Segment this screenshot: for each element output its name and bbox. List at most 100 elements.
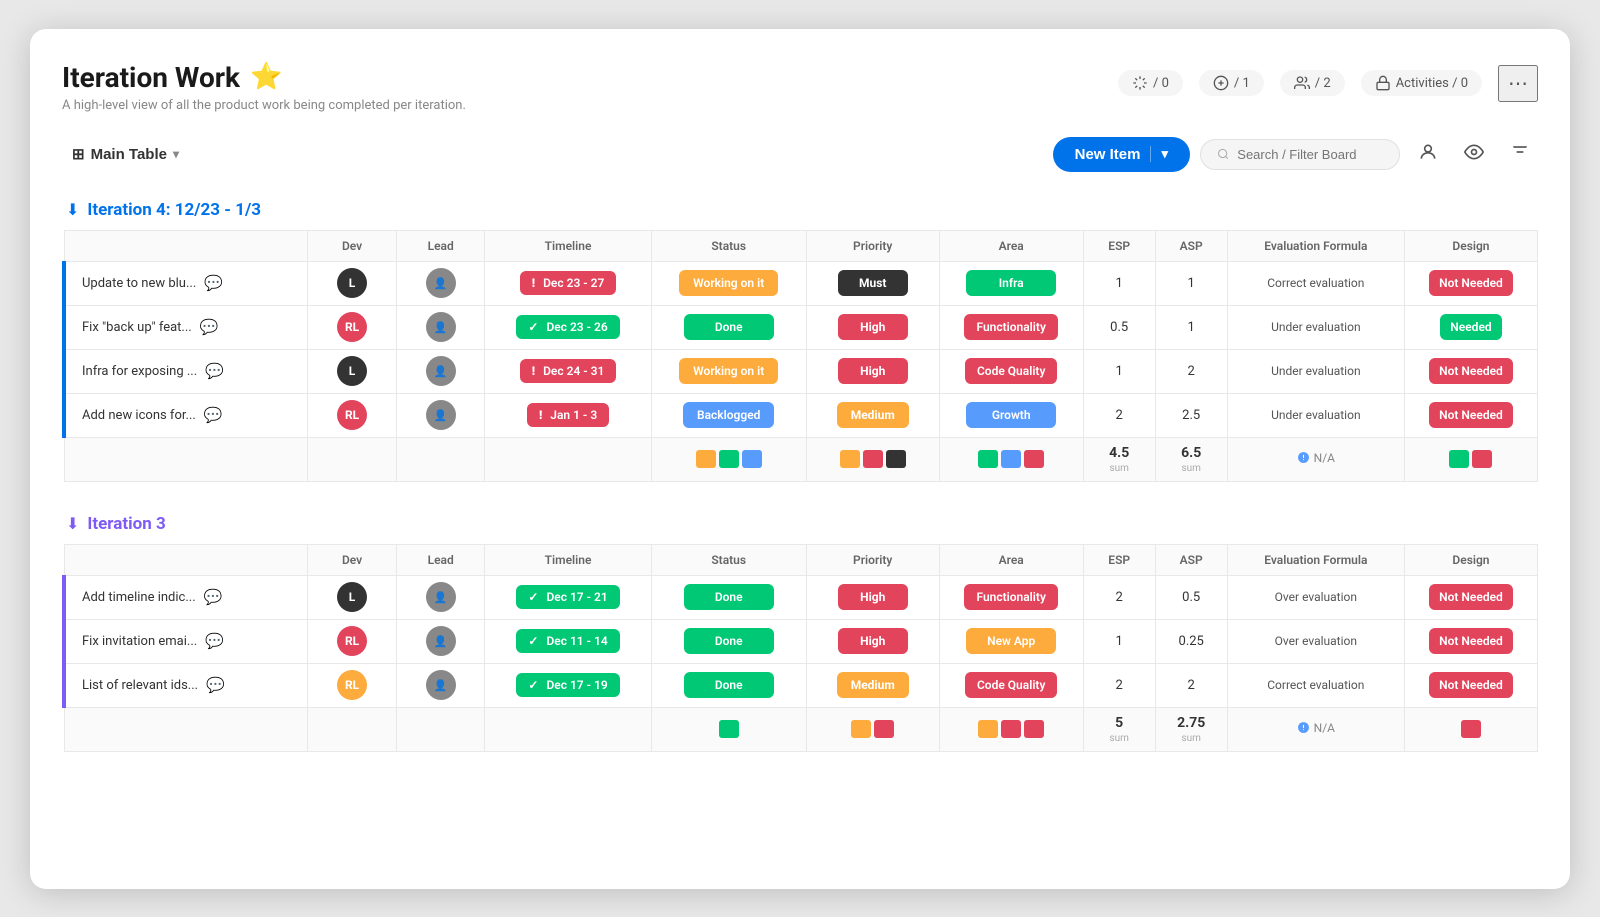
priority-cell: High (806, 575, 939, 619)
page-title: Iteration Work ⭐ (62, 61, 466, 94)
status-cell: Working on it (651, 261, 806, 305)
summary-timeline (485, 707, 651, 751)
summary-area (939, 707, 1083, 751)
asp-cell: 2 (1155, 349, 1227, 393)
priority-badge: High (838, 314, 908, 340)
summary-lead (396, 437, 485, 481)
esp-sum-label: sum (1109, 463, 1128, 474)
priority-swatch (874, 720, 894, 738)
comment-icon[interactable]: 💬 (200, 318, 219, 336)
summary-timeline (485, 437, 651, 481)
priority-swatch (851, 720, 871, 738)
avatar: L (337, 582, 367, 612)
priority-cell: Medium (806, 663, 939, 707)
col-header-timeline: Timeline (485, 230, 651, 261)
favorite-star[interactable]: ⭐ (250, 62, 282, 92)
area-swatches (946, 450, 1077, 468)
stat-activities[interactable]: Activities / 0 (1361, 70, 1482, 96)
iteration4-title[interactable]: Iteration 4: 12/23 - 1/3 (87, 200, 261, 220)
eye-icon-button[interactable] (1456, 138, 1492, 171)
asp-cell: 1 (1155, 305, 1227, 349)
stat-automations[interactable]: / 0 (1118, 70, 1183, 96)
comment-icon[interactable]: 💬 (204, 274, 223, 292)
main-table-button[interactable]: ⊞ Main Table ▾ (62, 139, 189, 169)
timeline-badge: !Dec 24 - 31 (520, 359, 617, 383)
area-badge: Infra (966, 270, 1056, 296)
status-cell: Done (651, 619, 806, 663)
priority-badge: High (838, 584, 908, 610)
priority-swatches (813, 720, 933, 738)
avatar-photo: 👤 (426, 400, 456, 430)
priority-cell: Must (806, 261, 939, 305)
item-cell: Add timeline indic... 💬 (64, 575, 308, 619)
comment-icon[interactable]: 💬 (204, 406, 223, 424)
asp-cell: 1 (1155, 261, 1227, 305)
col3-header-asp: ASP (1155, 544, 1227, 575)
comment-icon[interactable]: 💬 (206, 676, 225, 694)
status-cell: Backlogged (651, 393, 806, 437)
col-header-eval: Evaluation Formula (1227, 230, 1404, 261)
iteration4-table: Dev Lead Timeline Status Priority Area E… (62, 230, 1538, 482)
lead-cell: 👤 (396, 349, 485, 393)
design-swatches (1411, 720, 1531, 738)
status-swatch (719, 450, 739, 468)
asp-sum-label: sum (1181, 463, 1200, 474)
avatar: RL (337, 626, 367, 656)
search-box[interactable] (1200, 139, 1400, 170)
iteration3-header: ⬇ Iteration 3 (62, 514, 1538, 534)
priority-swatches (813, 450, 933, 468)
new-item-dropdown-icon[interactable]: ▾ (1150, 146, 1168, 162)
eval-text: Under evaluation (1271, 320, 1361, 334)
col3-header-design: Design (1404, 544, 1537, 575)
iteration4-section: ⬇ Iteration 4: 12/23 - 1/3 Dev Lead Time… (62, 200, 1538, 482)
design-cell: Not Needed (1404, 349, 1537, 393)
summary-esp: 5 sum (1083, 707, 1155, 751)
chevron-down-icon: ▾ (173, 147, 179, 161)
table-row: Fix invitation emai... 💬 RL 👤 ✓Dec 11 - … (64, 619, 1538, 663)
eval-text: Correct evaluation (1267, 678, 1364, 692)
more-options-button[interactable]: ⋯ (1498, 65, 1538, 102)
summary-status (651, 707, 806, 751)
avatar: L (337, 268, 367, 298)
avatar-photo: 👤 (426, 312, 456, 342)
col-header-dev: Dev (308, 230, 397, 261)
item-name: Fix invitation emai... (82, 634, 197, 649)
comment-icon[interactable]: 💬 (205, 632, 224, 650)
stat-members[interactable]: / 2 (1280, 70, 1345, 96)
comment-icon[interactable]: 💬 (205, 362, 224, 380)
item-cell: Fix "back up" feat... 💬 (64, 305, 308, 349)
col3-header-lead: Lead (396, 544, 485, 575)
header: Iteration Work ⭐ A high-level view of al… (62, 61, 1538, 113)
col3-header-status: Status (651, 544, 806, 575)
info-icon (1297, 451, 1310, 464)
summary-lead (396, 707, 485, 751)
timeline-badge: !Dec 23 - 27 (520, 271, 617, 295)
new-item-button[interactable]: New Item ▾ (1053, 137, 1190, 172)
design-cell: Not Needed (1404, 619, 1537, 663)
timeline-badge: ✓Dec 17 - 21 (516, 585, 619, 609)
summary-area (939, 437, 1083, 481)
esp-sum: 5 (1090, 715, 1149, 731)
toolbar-right: New Item ▾ (1053, 137, 1538, 172)
area-badge: Code Quality (965, 672, 1057, 698)
eval-cell: Under evaluation (1227, 349, 1404, 393)
user-icon-button[interactable] (1410, 138, 1446, 171)
priority-badge: High (838, 628, 908, 654)
area-swatch (1001, 720, 1021, 738)
area-cell: Infra (939, 261, 1083, 305)
comment-icon[interactable]: 💬 (204, 588, 223, 606)
eval-text: Over evaluation (1275, 590, 1357, 604)
search-input[interactable] (1237, 147, 1383, 162)
table-row: Add timeline indic... 💬 L 👤 ✓Dec 17 - 21… (64, 575, 1538, 619)
avatar-photo: 👤 (426, 356, 456, 386)
eval-cell: Under evaluation (1227, 305, 1404, 349)
item-cell: List of relevant ids... 💬 (64, 663, 308, 707)
toolbar-left: ⊞ Main Table ▾ (62, 139, 189, 169)
stat-integrations[interactable]: / 1 (1199, 70, 1264, 96)
area-badge: New App (966, 628, 1056, 654)
esp-sum-label: sum (1109, 733, 1128, 744)
design-badge: Not Needed (1429, 358, 1513, 384)
avatar: RL (337, 312, 367, 342)
filter-icon-button[interactable] (1502, 138, 1538, 171)
iteration3-title[interactable]: Iteration 3 (87, 514, 165, 534)
